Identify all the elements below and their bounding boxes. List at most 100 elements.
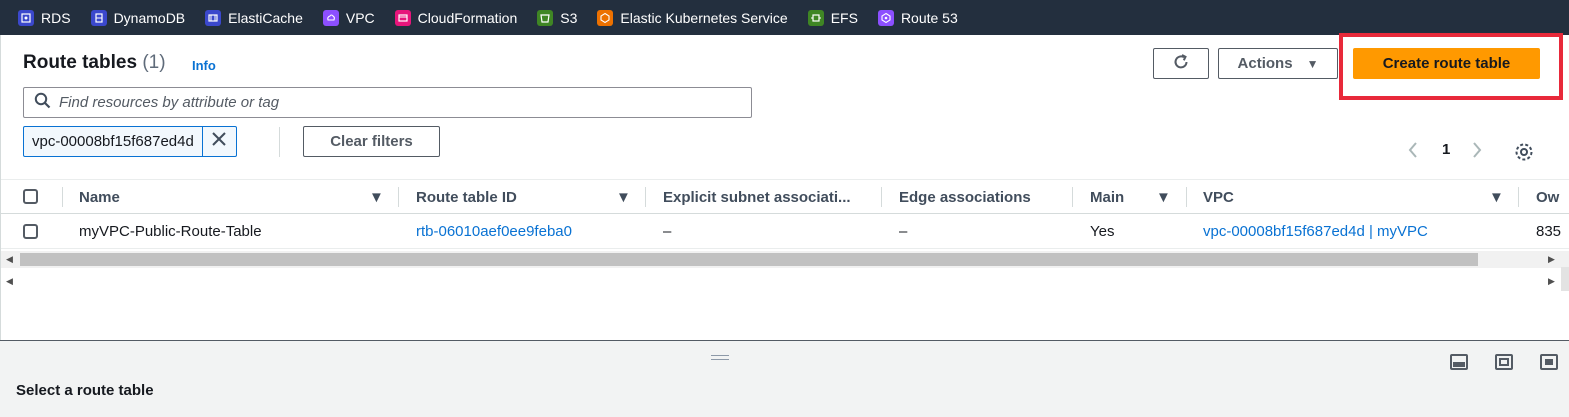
favorite-elasticache[interactable]: ElastiCache — [205, 9, 303, 26]
create-label: Create route table — [1382, 55, 1511, 72]
efs-icon — [807, 9, 824, 26]
favorite-route53[interactable]: Route 53 — [877, 9, 958, 26]
info-link[interactable]: Info — [192, 58, 216, 73]
vertical-scrollbar[interactable] — [1561, 267, 1569, 291]
resize-handle-icon[interactable] — [711, 355, 729, 363]
panel-hide-icon[interactable] — [1540, 354, 1558, 370]
column-header-explicit-subnet[interactable]: Explicit subnet associati... — [663, 180, 851, 214]
favorite-cloudformation[interactable]: CloudFormation — [394, 9, 517, 26]
eks-icon — [597, 9, 614, 26]
close-icon — [212, 132, 227, 151]
column-separator — [881, 187, 882, 207]
page-title: Route tables (1) — [23, 52, 166, 74]
favorite-label: DynamoDB — [113, 9, 186, 26]
sort-icon[interactable]: ▼ — [369, 180, 384, 214]
cell-main: Yes — [1090, 223, 1115, 240]
cloudformation-icon — [394, 9, 411, 26]
column-separator — [1072, 187, 1073, 207]
favorite-label: Elastic Kubernetes Service — [620, 9, 788, 26]
column-label: Ow — [1536, 188, 1560, 206]
scroll-left-icon[interactable]: ◀ — [6, 254, 13, 265]
column-header-name[interactable]: Name — [79, 180, 120, 214]
sort-icon[interactable]: ▼ — [616, 180, 631, 214]
clear-filters-label: Clear filters — [330, 133, 413, 150]
title-count: (1) — [142, 52, 166, 73]
table-row[interactable]: myVPC-Public-Route-Table rtb-06010aef0ee… — [1, 214, 1569, 249]
scroll-left-icon[interactable]: ◀ — [6, 276, 13, 287]
favorite-eks[interactable]: Elastic Kubernetes Service — [597, 9, 788, 26]
create-route-table-button[interactable]: Create route table — [1353, 48, 1540, 79]
actions-dropdown[interactable]: Actions ▼ — [1218, 48, 1338, 79]
route-tables-panel: Route tables (1) Info Actions ▼ Create r… — [0, 33, 1569, 340]
panel-bottom-icon[interactable] — [1450, 354, 1468, 370]
sort-icon[interactable]: ▼ — [1489, 180, 1504, 214]
table-header: Name ▼ Route table ID ▼ Explicit subnet … — [1, 179, 1569, 214]
scrollbar-thumb[interactable] — [20, 253, 1478, 266]
column-header-edge-associations[interactable]: Edge associations — [899, 180, 1031, 214]
remove-filter-button[interactable] — [203, 127, 236, 156]
column-separator — [1518, 187, 1519, 207]
select-all-checkbox[interactable] — [23, 189, 38, 204]
horizontal-scrollbar[interactable]: ◀ ▶ — [1, 251, 1569, 268]
split-panel-title: Select a route table — [16, 382, 154, 399]
column-header-vpc[interactable]: VPC — [1203, 180, 1234, 214]
favorite-label: S3 — [560, 9, 578, 26]
caret-down-icon: ▼ — [1306, 56, 1319, 71]
column-header-main[interactable]: Main — [1090, 180, 1124, 214]
favorite-dynamodb[interactable]: DynamoDB — [90, 9, 186, 26]
sort-icon[interactable]: ▼ — [1156, 180, 1171, 214]
column-separator — [62, 187, 63, 207]
next-page-button[interactable] — [1471, 140, 1483, 165]
search-bar — [23, 87, 752, 118]
title-text: Route tables — [23, 52, 138, 73]
elasticache-icon — [205, 9, 222, 26]
cell-owner: 835 — [1536, 223, 1562, 240]
filter-token-label: vpc-00008bf15f687ed4d — [24, 127, 203, 156]
clear-filters-button[interactable]: Clear filters — [303, 126, 440, 157]
vpc-icon — [322, 9, 339, 26]
favorite-label: ElastiCache — [228, 9, 303, 26]
rds-icon — [18, 9, 34, 26]
chevron-right-icon — [1471, 140, 1483, 165]
gear-icon — [1513, 143, 1535, 167]
cell-name: myVPC-Public-Route-Table — [79, 223, 262, 240]
cell-vpc-link[interactable]: vpc-00008bf15f687ed4d | myVPC — [1203, 214, 1428, 249]
favorite-vpc[interactable]: VPC — [322, 9, 375, 26]
search-input[interactable] — [59, 94, 729, 111]
scroll-right-icon[interactable]: ▶ — [1548, 254, 1555, 265]
column-separator — [645, 187, 646, 207]
favorite-rds[interactable]: RDS — [18, 9, 71, 26]
split-panel: Select a route table — [0, 341, 1569, 417]
favorite-label: VPC — [345, 9, 375, 26]
row-checkbox[interactable] — [23, 224, 38, 239]
column-label: Main — [1090, 188, 1125, 206]
favorite-s3[interactable]: S3 — [537, 9, 578, 26]
search-icon — [34, 92, 51, 114]
column-label: VPC — [1203, 188, 1234, 206]
scroll-right-icon[interactable]: ▶ — [1548, 276, 1555, 287]
favorite-label: EFS — [830, 9, 858, 26]
column-label: Route table ID — [416, 188, 517, 206]
page-number[interactable]: 1 — [1442, 141, 1450, 158]
column-separator — [1186, 187, 1187, 207]
cell-route-table-id-link[interactable]: rtb-06010aef0ee9feba0 — [416, 214, 572, 249]
column-header-route-table-id[interactable]: Route table ID — [416, 180, 517, 214]
favorites-bar: RDS DynamoDB ElastiCache VPC CloudFormat… — [0, 0, 1569, 35]
dynamodb-icon — [90, 9, 107, 26]
filter-token: vpc-00008bf15f687ed4d — [23, 126, 237, 157]
chevron-left-icon — [1407, 140, 1419, 165]
refresh-button[interactable] — [1153, 48, 1209, 79]
favorite-label: RDS — [41, 9, 71, 26]
cell-edge-associations: – — [899, 223, 908, 240]
previous-page-button[interactable] — [1407, 140, 1419, 165]
column-separator — [398, 187, 399, 207]
actions-label: Actions — [1237, 55, 1293, 72]
table-settings-button[interactable] — [1513, 141, 1535, 168]
column-header-owner[interactable]: Ow — [1536, 180, 1559, 214]
panel-side-icon[interactable] — [1495, 354, 1513, 370]
favorite-label: Route 53 — [900, 9, 958, 26]
favorite-efs[interactable]: EFS — [807, 9, 858, 26]
s3-icon — [537, 9, 554, 26]
cell-explicit-subnet: – — [663, 223, 672, 240]
route53-icon — [877, 9, 894, 26]
